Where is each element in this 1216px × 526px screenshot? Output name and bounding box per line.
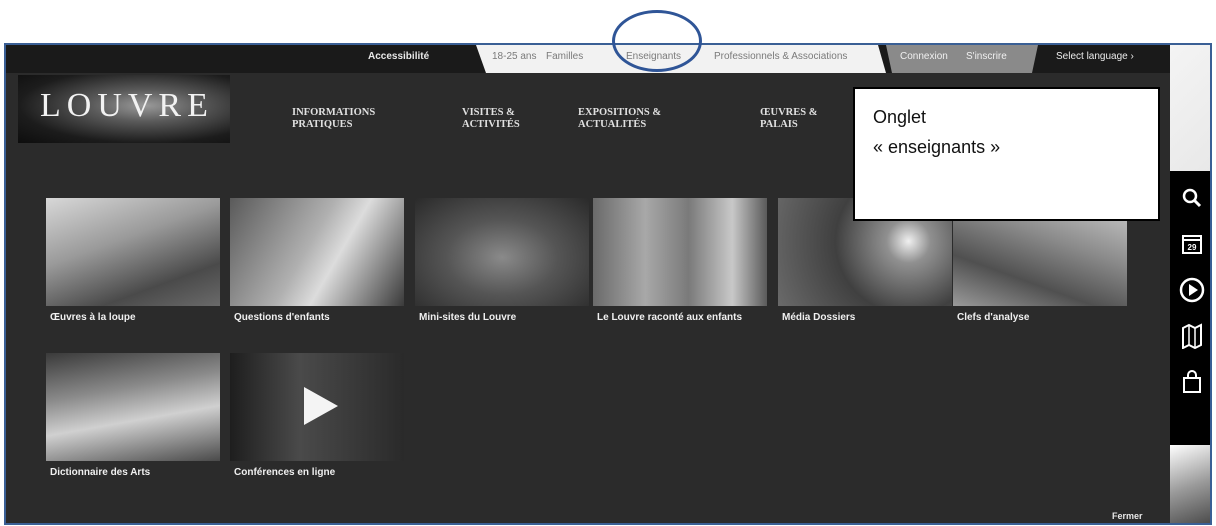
top-utility-bar: Accessibilité 18-25 ans Familles Enseign… [6,45,1210,73]
map-button[interactable] [1176,320,1208,352]
annotation-callout: Onglet « enseignants » [853,87,1160,221]
thumbnail-label: Média Dossiers [782,312,856,323]
map-icon [1182,323,1202,349]
calendar-day: 29 [1188,243,1197,252]
language-select[interactable]: Select language › [1056,51,1134,62]
video-button[interactable] [1176,274,1208,306]
accessibility-link[interactable]: Accessibilité [368,51,429,62]
thumbnail-label: Dictionnaire des Arts [50,467,151,478]
thumbnail-label: Clefs d'analyse [957,312,1030,323]
nav-expositions-actualites[interactable]: EXPOSITIONS & ACTUALITÉS [578,107,708,131]
nav-informations-pratiques[interactable]: INFORMATIONS PRATIQUES [292,107,422,131]
louvre-logo[interactable]: LOUVRE [18,75,230,143]
search-button[interactable] [1176,182,1208,214]
signup-link[interactable]: S'inscrire [966,51,1007,62]
thumbnail-image [593,198,767,306]
callout-line-1: Onglet [873,107,927,127]
tab-familles[interactable]: Familles [546,51,583,62]
enseignants-tab-highlight [612,10,702,72]
thumb-louvre-raconte[interactable]: Le Louvre raconté aux enfants [593,198,767,323]
account-tabs: Connexion S'inscrire [886,45,1038,73]
right-sidebar: 29 [1170,45,1210,523]
thumbnail-image [415,198,589,306]
thumb-conferences-en-ligne[interactable]: Conférences en ligne [230,353,404,478]
shop-bag-icon [1183,370,1201,393]
thumbnail-image [46,198,220,306]
thumb-mini-sites[interactable]: Mini-sites du Louvre [415,198,589,323]
thumbnail-label: Le Louvre raconté aux enfants [597,312,743,323]
thumb-dictionnaire-des-arts[interactable]: Dictionnaire des Arts [46,353,220,478]
callout-line-2: « enseignants » [873,137,1001,157]
thumbnail-label: Conférences en ligne [234,467,336,478]
thumbnail-image [230,198,404,306]
calendar-icon: 29 [1182,235,1202,254]
search-icon [1182,188,1202,208]
close-menu-button[interactable]: Fermer [1112,511,1143,521]
thumbnail-label: Questions d'enfants [234,312,330,323]
calendar-button[interactable]: 29 [1176,228,1208,260]
logo-text: LOUVRE [40,87,214,124]
thumbnail-label: Œuvres à la loupe [50,312,136,323]
tab-professionnels[interactable]: Professionnels & Associations [714,51,847,62]
nav-visites-activites[interactable]: VISITES & ACTIVITÉS [462,107,562,131]
page-curl-decoration [1170,445,1210,523]
shop-button[interactable] [1176,366,1208,398]
tab-18-25[interactable]: 18-25 ans [492,51,536,62]
play-circle-icon [1179,277,1205,303]
login-link[interactable]: Connexion [900,51,948,62]
thumb-questions-denfants[interactable]: Questions d'enfants [230,198,404,323]
video-play-icon [304,387,338,425]
thumbnail-image [46,353,220,461]
thumbnail-label: Mini-sites du Louvre [419,312,517,323]
thumb-oeuvres-a-la-loupe[interactable]: Œuvres à la loupe [46,198,220,323]
nav-oeuvres-palais[interactable]: ŒUVRES & PALAIS [760,107,840,131]
